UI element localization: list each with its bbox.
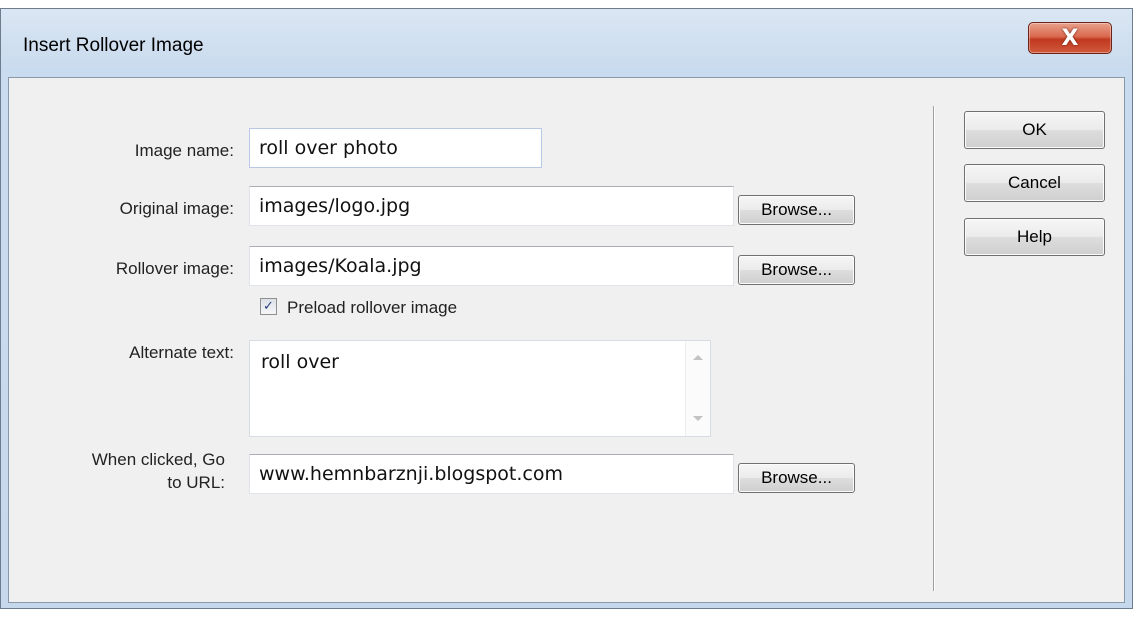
preload-checkbox[interactable]: ✓ (260, 298, 277, 315)
go-to-url-label-line2: to URL: (167, 473, 225, 492)
alternate-text-label: Alternate text: (129, 343, 234, 362)
go-to-url-label: When clicked, Go to URL: (29, 448, 225, 494)
alternate-text-value: roll over (261, 351, 339, 373)
ok-button[interactable]: OK (964, 111, 1105, 149)
alternate-text-scrollbar[interactable] (685, 341, 710, 436)
close-icon: X (1061, 25, 1079, 51)
scroll-up-arrow-icon[interactable] (693, 355, 703, 360)
original-image-browse-button[interactable]: Browse... (738, 195, 855, 225)
close-button[interactable]: X (1028, 22, 1112, 54)
dialog-title: Insert Rollover Image (23, 35, 204, 56)
vertical-divider (933, 106, 934, 591)
image-name-label: Image name: (134, 141, 234, 160)
alternate-text-area[interactable]: roll over (249, 340, 711, 437)
rollover-image-input[interactable]: images/Koala.jpg (249, 246, 734, 286)
image-name-input[interactable]: roll over photo (249, 128, 542, 168)
cancel-button[interactable]: Cancel (964, 164, 1105, 202)
go-to-url-input[interactable]: www.hemnbarznji.blogspot.com (249, 454, 734, 494)
scroll-down-arrow-icon[interactable] (693, 416, 703, 421)
original-image-label: Original image: (119, 199, 234, 218)
original-image-input[interactable]: images/logo.jpg (249, 186, 734, 226)
preload-label[interactable]: Preload rollover image (287, 298, 457, 318)
dialog-body: Image name: roll over photo Original ima… (8, 77, 1125, 603)
help-button[interactable]: Help (964, 218, 1105, 256)
rollover-image-label: Rollover image: (115, 259, 234, 278)
rollover-image-browse-button[interactable]: Browse... (738, 255, 855, 285)
checkmark-icon: ✓ (263, 299, 274, 314)
title-bar[interactable]: Insert Rollover Image X (1, 9, 1132, 77)
go-to-url-browse-button[interactable]: Browse... (738, 463, 855, 493)
go-to-url-label-line1: When clicked, Go (91, 450, 225, 469)
dialog-window: Insert Rollover Image X Image name: roll… (0, 8, 1133, 609)
